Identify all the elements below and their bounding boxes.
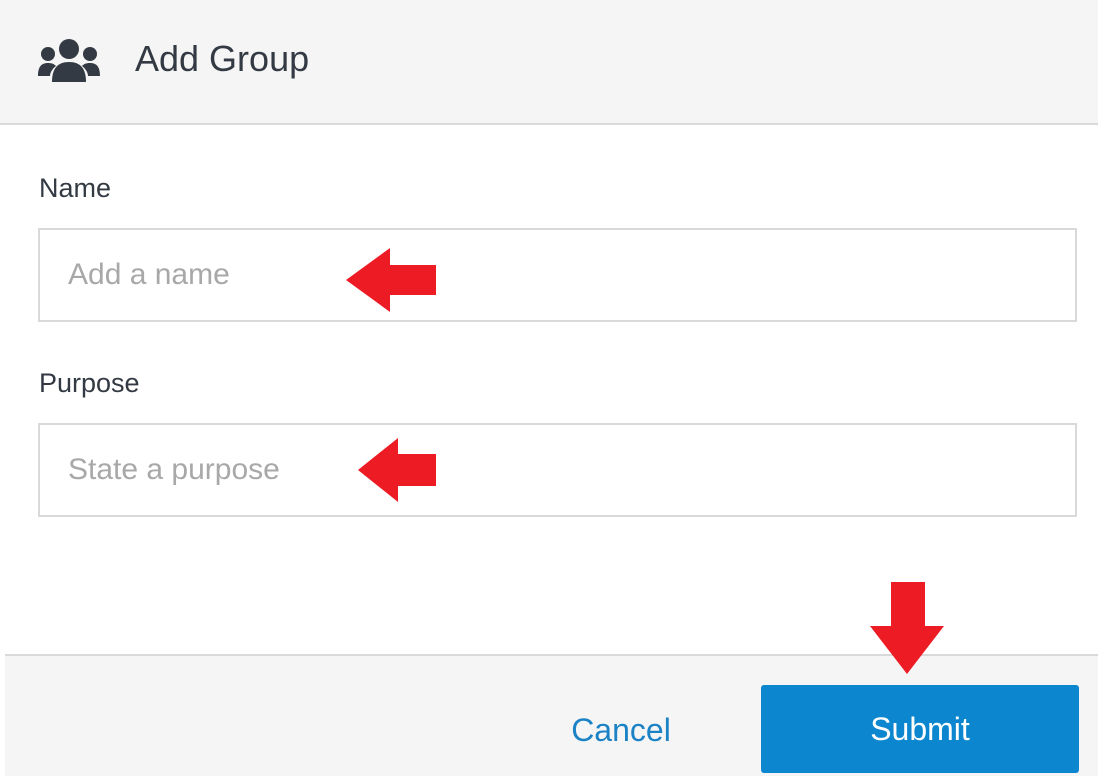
arrow-left-icon bbox=[346, 248, 436, 312]
cancel-button[interactable]: Cancel bbox=[548, 690, 694, 770]
dialog-header: Add Group bbox=[0, 0, 1098, 125]
dialog-title: Add Group bbox=[135, 38, 310, 79]
arrow-left-icon bbox=[358, 438, 436, 502]
users-group-icon bbox=[38, 39, 100, 82]
purpose-input[interactable] bbox=[38, 423, 1077, 517]
purpose-label: Purpose bbox=[39, 368, 140, 398]
submit-button[interactable]: Submit bbox=[761, 685, 1079, 773]
arrow-down-icon bbox=[870, 582, 944, 674]
name-input[interactable] bbox=[38, 228, 1077, 322]
name-label: Name bbox=[39, 173, 112, 203]
